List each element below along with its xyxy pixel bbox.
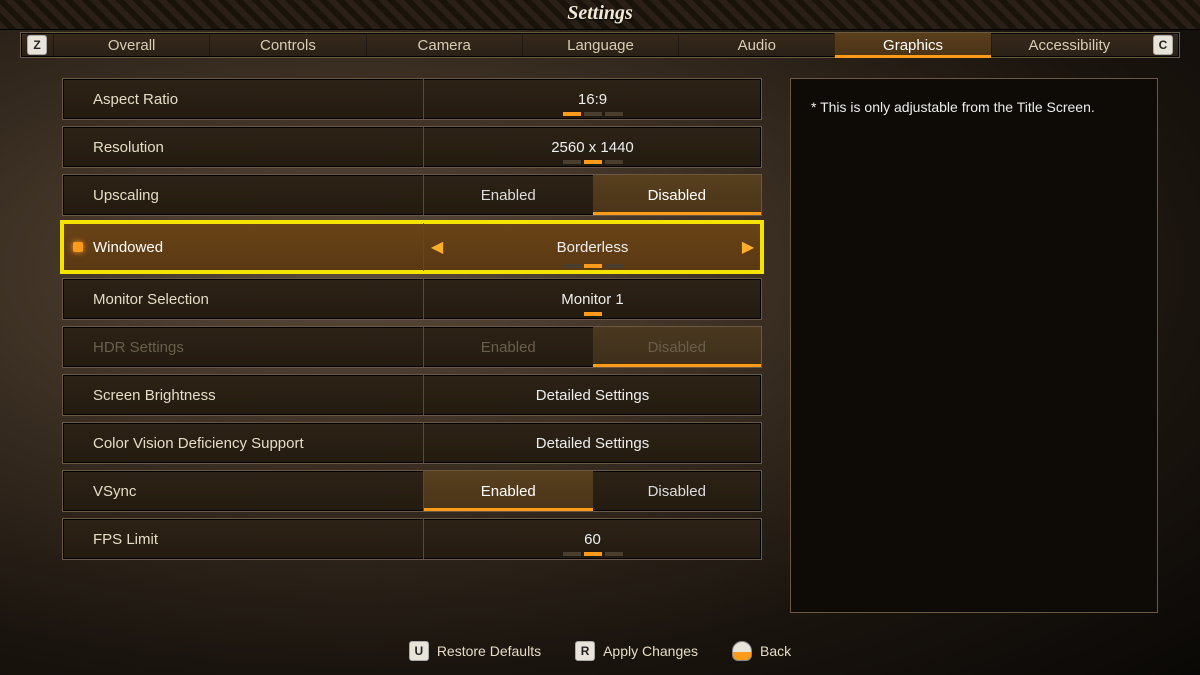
next-tab-key: C <box>1153 35 1173 55</box>
vsync-disabled[interactable]: Disabled <box>593 471 762 511</box>
row-vsync[interactable]: VSync Enabled Disabled <box>62 470 762 512</box>
label-windowed: Windowed <box>63 223 423 271</box>
apply-key-icon: R <box>575 641 595 661</box>
value-resolution: 2560 x 1440 <box>424 127 761 167</box>
label-resolution: Resolution <box>63 127 423 167</box>
row-aspect-ratio[interactable]: Aspect Ratio 16:9 <box>62 78 762 120</box>
tab-overall[interactable]: Overall <box>53 33 209 57</box>
value-cvd: Detailed Settings <box>424 423 761 463</box>
mouse-back-icon <box>732 641 752 661</box>
label-cvd: Color Vision Deficiency Support <box>63 423 423 463</box>
tab-camera[interactable]: Camera <box>366 33 522 57</box>
value-fps: 60 <box>424 519 761 559</box>
settings-list: Aspect Ratio 16:9 Resolution 2560 x 1440… <box>62 78 762 625</box>
value-aspect-ratio: 16:9 <box>424 79 761 119</box>
value-brightness: Detailed Settings <box>424 375 761 415</box>
upscaling-enabled[interactable]: Enabled <box>424 175 593 215</box>
windowed-prev-icon[interactable]: ◀ <box>424 223 450 271</box>
row-upscaling[interactable]: Upscaling Enabled Disabled <box>62 174 762 216</box>
row-brightness[interactable]: Screen Brightness Detailed Settings <box>62 374 762 416</box>
hdr-disabled: Disabled <box>593 327 762 367</box>
hint-back[interactable]: Back <box>732 641 791 661</box>
row-windowed[interactable]: Windowed ◀ Borderless ▶ <box>62 222 762 272</box>
hint-apply[interactable]: R Apply Changes <box>575 641 698 661</box>
label-monitor: Monitor Selection <box>63 279 423 319</box>
page-title: Settings <box>0 2 1200 25</box>
hint-restore[interactable]: U Restore Defaults <box>409 641 541 661</box>
row-fps[interactable]: FPS Limit 60 <box>62 518 762 560</box>
windowed-next-icon[interactable]: ▶ <box>735 223 761 271</box>
tab-bar: Z Overall Controls Camera Language Audio… <box>20 32 1180 58</box>
label-vsync: VSync <box>63 471 423 511</box>
tab-controls[interactable]: Controls <box>209 33 365 57</box>
hdr-enabled: Enabled <box>424 327 593 367</box>
label-aspect-ratio: Aspect Ratio <box>63 79 423 119</box>
tab-audio[interactable]: Audio <box>678 33 834 57</box>
prev-tab-key: Z <box>27 35 47 55</box>
row-monitor[interactable]: Monitor Selection Monitor 1 <box>62 278 762 320</box>
help-text: * This is only adjustable from the Title… <box>811 97 1137 118</box>
tab-accessibility[interactable]: Accessibility <box>991 33 1147 57</box>
label-hdr: HDR Settings <box>63 327 423 367</box>
tab-graphics[interactable]: Graphics <box>834 33 990 57</box>
value-monitor: Monitor 1 <box>424 279 761 319</box>
row-resolution[interactable]: Resolution 2560 x 1440 <box>62 126 762 168</box>
vsync-enabled[interactable]: Enabled <box>424 471 593 511</box>
upscaling-disabled[interactable]: Disabled <box>593 175 762 215</box>
help-panel: * This is only adjustable from the Title… <box>790 78 1158 613</box>
label-upscaling: Upscaling <box>63 175 423 215</box>
value-windowed: Borderless <box>450 223 735 271</box>
label-brightness: Screen Brightness <box>63 375 423 415</box>
footer-hints: U Restore Defaults R Apply Changes Back <box>0 641 1200 661</box>
row-hdr: HDR Settings Enabled Disabled <box>62 326 762 368</box>
tab-language[interactable]: Language <box>522 33 678 57</box>
restore-key-icon: U <box>409 641 429 661</box>
label-fps: FPS Limit <box>63 519 423 559</box>
row-cvd[interactable]: Color Vision Deficiency Support Detailed… <box>62 422 762 464</box>
